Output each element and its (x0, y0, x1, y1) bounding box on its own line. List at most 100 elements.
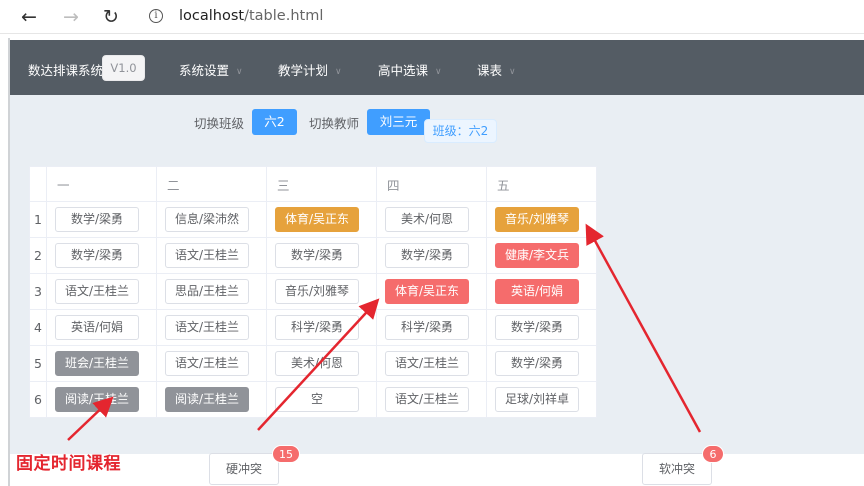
period-number: 1 (29, 201, 47, 238)
timetable-cell: 空 (266, 381, 377, 418)
period-number: 2 (29, 237, 47, 274)
chevron-down-icon: ∨ (335, 67, 342, 77)
course-button[interactable]: 阅读/王桂兰 (55, 387, 139, 412)
reload-icon[interactable]: ↻ (100, 6, 122, 28)
timetable-cell: 语文/王桂兰 (156, 237, 267, 274)
course-button[interactable]: 音乐/刘雅琴 (495, 207, 579, 232)
course-button[interactable]: 健康/李文兵 (495, 243, 579, 268)
course-button[interactable]: 美术/何恩 (385, 207, 469, 232)
timetable-cell: 足球/刘祥卓 (486, 381, 597, 418)
switch-teacher-label: 切换教师 (309, 116, 360, 131)
course-button[interactable]: 数学/梁勇 (495, 315, 579, 340)
browser-toolbar: ← → ↻ i localhost/table.html (0, 0, 864, 34)
course-button[interactable]: 数学/梁勇 (495, 351, 579, 376)
back-arrow-icon[interactable]: ← (18, 6, 40, 28)
timetable-cell: 阅读/王桂兰 (46, 381, 157, 418)
timetable-cell: 语文/王桂兰 (46, 273, 157, 310)
timetable-cell: 科学/梁勇 (266, 309, 377, 346)
table-row: 1 数学/梁勇 信息/梁沛然 体育/吴正东 美术/何恩 音乐/刘雅琴 (29, 201, 597, 238)
menu-timetable[interactable]: 课表 ∨ (477, 60, 516, 79)
chevron-down-icon: ∨ (509, 67, 516, 77)
app-brand: 数达排课系统 (28, 63, 104, 78)
course-button[interactable]: 数学/梁勇 (385, 243, 469, 268)
course-button[interactable]: 音乐/刘雅琴 (275, 279, 359, 304)
timetable-cell: 音乐/刘雅琴 (266, 273, 377, 310)
course-button[interactable]: 空 (275, 387, 359, 412)
menu-teaching-plan[interactable]: 教学计划 ∨ (278, 60, 342, 79)
course-button[interactable]: 科学/梁勇 (275, 315, 359, 340)
period-header (29, 166, 47, 202)
timetable-cell: 阅读/王桂兰 (156, 381, 267, 418)
timetable-cell: 健康/李文兵 (486, 237, 597, 274)
timetable-cell: 班会/王桂兰 (46, 345, 157, 382)
timetable-cell: 数学/梁勇 (486, 309, 597, 346)
timetable-cell: 英语/何娟 (486, 273, 597, 310)
course-button[interactable]: 班会/王桂兰 (55, 351, 139, 376)
menu-label: 课表 (477, 63, 503, 78)
table-row: 4 英语/何娟 语文/王桂兰 科学/梁勇 科学/梁勇 数学/梁勇 (29, 309, 597, 346)
timetable-cell: 语文/王桂兰 (156, 345, 267, 382)
table-row: 6 阅读/王桂兰 阅读/王桂兰 空 语文/王桂兰 足球/刘祥卓 (29, 381, 597, 418)
timetable-cell: 英语/何娟 (46, 309, 157, 346)
timetable-cell: 科学/梁勇 (376, 309, 487, 346)
timetable-cell: 美术/何恩 (376, 201, 487, 238)
course-button[interactable]: 美术/何恩 (275, 351, 359, 376)
timetable-cell: 语文/王桂兰 (376, 381, 487, 418)
menu-system-settings[interactable]: 系统设置 ∨ (179, 60, 243, 79)
forward-arrow-icon[interactable]: → (60, 6, 82, 28)
top-navigation: 数达排课系统 V1.0 系统设置 ∨ 教学计划 ∨ 高中选课 ∨ 课表 ∨ (10, 40, 864, 95)
table-row: 2 数学/梁勇 语文/王桂兰 数学/梁勇 数学/梁勇 健康/李文兵 (29, 237, 597, 274)
period-number: 4 (29, 309, 47, 346)
course-button[interactable]: 英语/何娟 (495, 279, 579, 304)
timetable-cell: 数学/梁勇 (376, 237, 487, 274)
address-bar[interactable]: localhost/table.html (179, 8, 323, 24)
course-button[interactable]: 足球/刘祥卓 (495, 387, 579, 412)
course-button[interactable]: 思品/王桂兰 (165, 279, 249, 304)
course-button[interactable]: 语文/王桂兰 (165, 243, 249, 268)
timetable-cell: 体育/吴正东 (376, 273, 487, 310)
course-button[interactable]: 体育/吴正东 (275, 207, 359, 232)
course-button[interactable]: 数学/梁勇 (55, 243, 139, 268)
class-select-button[interactable]: 六2 (252, 109, 297, 135)
timetable-cell: 数学/梁勇 (46, 237, 157, 274)
timetable: 一 二 三 四 五 1 数学/梁勇 信息/梁沛然 体育/吴正东 美术/何恩 音乐/刘雅琴 2… (29, 166, 597, 418)
hard-conflict-button[interactable]: 硬冲突 (209, 453, 279, 485)
period-number: 3 (29, 273, 47, 310)
soft-conflict-badge: 6 (702, 445, 724, 463)
chevron-down-icon: ∨ (435, 67, 442, 77)
course-button[interactable]: 数学/梁勇 (275, 243, 359, 268)
course-button[interactable]: 语文/王桂兰 (55, 279, 139, 304)
app-page: 数达排课系统 V1.0 系统设置 ∨ 教学计划 ∨ 高中选课 ∨ 课表 ∨ 切换班级 六… (8, 38, 864, 486)
conflict-bar: 硬冲突 15 软冲突 6 (10, 445, 864, 486)
hard-conflict-badge: 15 (272, 445, 300, 463)
course-button[interactable]: 阅读/王桂兰 (165, 387, 249, 412)
soft-conflict-button[interactable]: 软冲突 (642, 453, 712, 485)
table-row: 3 语文/王桂兰 思品/王桂兰 音乐/刘雅琴 体育/吴正东 英语/何娟 (29, 273, 597, 310)
course-button[interactable]: 数学/梁勇 (55, 207, 139, 232)
course-button[interactable]: 语文/王桂兰 (385, 351, 469, 376)
timetable-cell: 音乐/刘雅琴 (486, 201, 597, 238)
timetable-cell: 数学/梁勇 (266, 237, 377, 274)
timetable-cell: 美术/何恩 (266, 345, 377, 382)
timetable-header-row: 一 二 三 四 五 (29, 166, 597, 202)
course-button[interactable]: 语文/王桂兰 (385, 387, 469, 412)
course-button[interactable]: 语文/王桂兰 (165, 351, 249, 376)
day-header: 三 (266, 166, 377, 202)
class-tag: 班级：六2 (424, 119, 497, 143)
timetable-cell: 体育/吴正东 (266, 201, 377, 238)
course-button[interactable]: 语文/王桂兰 (165, 315, 249, 340)
course-button[interactable]: 体育/吴正东 (385, 279, 469, 304)
period-number: 5 (29, 345, 47, 382)
menu-label: 高中选课 (378, 63, 429, 78)
menu-course-selection[interactable]: 高中选课 ∨ (378, 60, 442, 79)
course-button[interactable]: 科学/梁勇 (385, 315, 469, 340)
timetable-cell: 语文/王桂兰 (376, 345, 487, 382)
day-header: 五 (486, 166, 597, 202)
course-button[interactable]: 信息/梁沛然 (165, 207, 249, 232)
site-info-icon[interactable]: i (149, 9, 163, 23)
chevron-down-icon: ∨ (236, 67, 243, 77)
teacher-select-button[interactable]: 刘三元 (367, 109, 430, 135)
day-header: 四 (376, 166, 487, 202)
course-button[interactable]: 英语/何娟 (55, 315, 139, 340)
menu-label: 系统设置 (179, 63, 230, 78)
